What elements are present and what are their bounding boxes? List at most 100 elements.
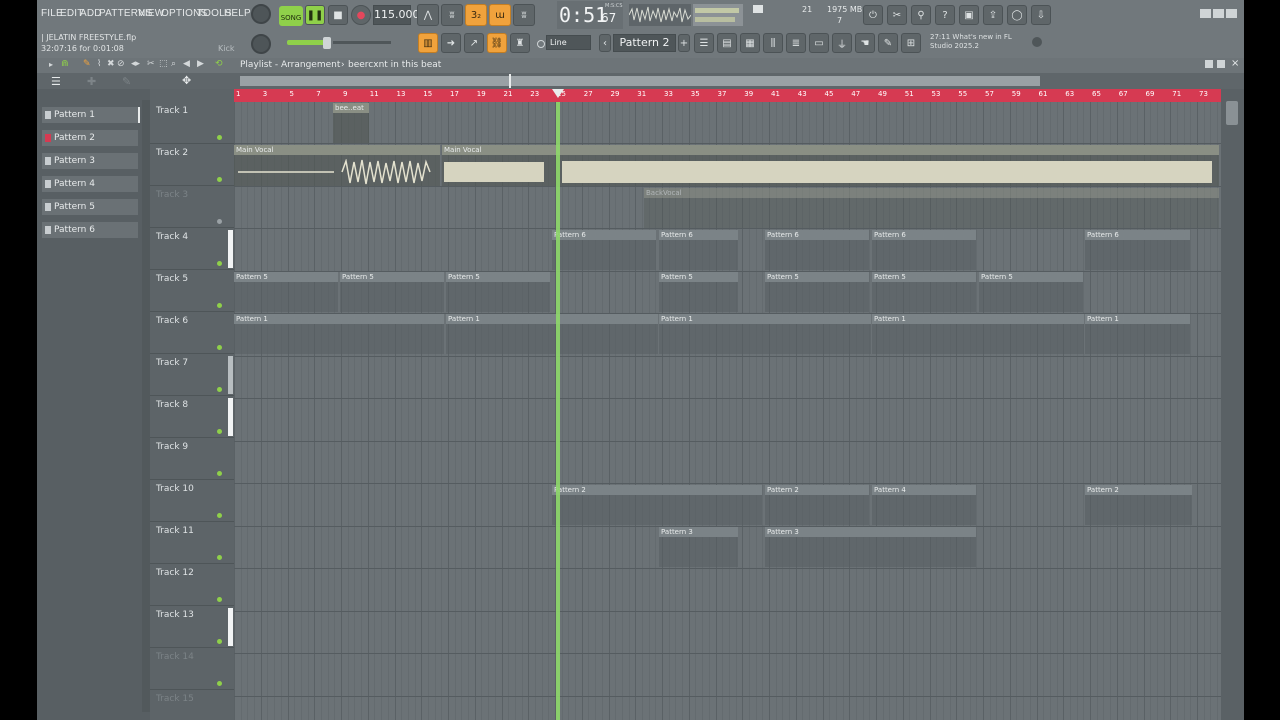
add-track-icon[interactable]: ✚ [87,75,96,88]
pattern-clip[interactable]: Pattern 6 [552,230,656,270]
track-header[interactable]: Track 8 [150,396,234,438]
track-header[interactable]: Track 14 [150,648,234,690]
track-led[interactable] [217,261,222,266]
pattern-clip[interactable]: Pattern 3 [765,527,976,567]
track-lane[interactable] [234,612,1221,654]
pattern-clip[interactable]: Pattern 6 [1085,230,1190,270]
select-icon[interactable]: ⬚ [159,59,168,69]
loop-record-button[interactable]: ʬ [513,4,535,26]
pattern-clip[interactable]: Pattern 5 [234,272,338,312]
track-header[interactable]: Track 10 [150,480,234,522]
timeline-ruler[interactable]: 1 3 5 7 9 11 13 15 17 19 21 23 25 27 29 31 33 35 37 39 41 43 4… [234,89,1221,102]
picker-menu-icon[interactable]: ☰ [51,75,61,88]
track-led[interactable] [217,135,222,140]
playhead[interactable] [556,102,560,720]
mixer-view-button[interactable]: ⫼ [763,33,783,53]
track-lane[interactable] [234,357,1221,399]
track-header[interactable]: Track 3 [150,186,234,228]
playhead-marker-icon[interactable] [552,89,564,98]
pattern-clip[interactable]: Pattern 2 [765,485,869,525]
browser-button[interactable]: ▭ [809,33,829,53]
chat-button[interactable]: ◯ [1007,5,1027,25]
snap-select[interactable]: Line [546,35,591,50]
brush-icon[interactable]: ⌇ [97,59,101,69]
track-led[interactable] [217,555,222,560]
track-led[interactable] [217,219,222,224]
pattern-clip[interactable]: Pattern 1 [446,314,658,354]
time-display[interactable]: 0:51 67 M:S:CS [557,1,623,29]
mic-button[interactable]: ⚲ [911,5,931,25]
news-panel[interactable]: 27:11 What's new in FL Studio 2025.2 [930,33,1030,51]
pattern-prev-button[interactable]: ‹ [599,34,611,52]
audio-clip[interactable]: bee..eat [333,103,369,143]
track-lane[interactable] [234,655,1221,697]
main-pitch-knob[interactable] [251,34,271,54]
metronome-button[interactable]: ⋀ [417,4,439,26]
track-header[interactable]: Track 5 [150,270,234,312]
track-header[interactable]: Track 13 [150,606,234,648]
track-led[interactable] [217,471,222,476]
pattern-clip[interactable]: Pattern 6 [765,230,869,270]
audio-edit-button[interactable]: ✎ [878,33,898,53]
pattern-item[interactable]: Pattern 1 [42,107,138,123]
slide-button[interactable]: ↗ [464,33,484,53]
pattern-clip[interactable]: Pattern 1 [659,314,871,354]
menu-help[interactable]: HELP [224,8,251,19]
oscilloscope[interactable] [629,4,691,26]
track-lane[interactable] [234,102,1221,144]
pattern-item[interactable]: Pattern 5 [42,199,138,215]
audio-clip[interactable]: Main Vocal [234,145,440,186]
track-header[interactable]: Track 1 [150,102,234,144]
delete-icon[interactable]: ✖ [107,59,115,69]
pencil-icon[interactable]: ✎ [83,59,91,69]
track-lane[interactable] [234,697,1221,720]
pattern-clip[interactable]: Pattern 5 [659,272,738,312]
pattern-clip[interactable]: Pattern 6 [659,230,738,270]
channel-button[interactable]: ≣ [786,33,806,53]
typing-keyboard-button[interactable]: ▥ [418,33,438,53]
pattern-clip[interactable]: Pattern 3 [659,527,738,567]
arrangement-grid[interactable]: 1 3 5 7 9 11 13 15 17 19 21 23 25 27 29 31 33 35 37 39 41 43 4… [234,89,1221,720]
audio-clip[interactable]: BackVocal [644,188,1219,228]
wait-input-button[interactable]: ʬ [441,4,463,26]
piano-roll-button[interactable]: ▤ [717,33,737,53]
horizontal-scrollbar[interactable] [240,76,1040,86]
arrangement-name[interactable]: beercxnt in this beat [348,60,441,70]
close-window-button[interactable] [1226,9,1237,18]
track-led[interactable] [217,681,222,686]
track-led[interactable] [217,303,222,308]
track-header[interactable]: Track 2 [150,144,234,186]
slice-icon[interactable]: ✂ [147,59,155,69]
plugin-button[interactable]: ⏚ [832,33,852,53]
master-volume-handle[interactable] [323,37,331,49]
help-button[interactable]: ? [935,5,955,25]
pattern-clip[interactable]: Pattern 5 [340,272,444,312]
blend-notes-button[interactable]: ɯ [489,4,511,26]
playlist-close-button[interactable]: × [1231,58,1239,69]
playlist-maximize-button[interactable] [1217,60,1225,68]
track-header[interactable]: Track 6 [150,312,234,354]
pattern-clip[interactable]: Pattern 5 [446,272,550,312]
track-header[interactable]: Track 15 [150,690,234,720]
track-lane[interactable] [234,442,1221,484]
pattern-clip[interactable]: Pattern 2 [1085,485,1192,525]
pattern-item[interactable]: Pattern 4 [42,176,138,192]
pattern-selector[interactable]: Pattern 2 [613,34,676,52]
magnet-icon[interactable]: ⋒ [61,59,69,69]
scrollbar-thumb[interactable] [1226,101,1238,125]
track-led[interactable] [217,639,222,644]
record-button[interactable]: ● [351,5,371,25]
minimize-window-button[interactable] [1200,9,1211,18]
pattern-clip[interactable]: Pattern 4 [872,485,976,525]
touch-button[interactable]: ☚ [855,33,875,53]
pattern-add-button[interactable]: + [678,34,690,52]
export-button[interactable]: ⇪ [983,5,1003,25]
hat-button[interactable]: ♜ [510,33,530,53]
tempo-display[interactable]: 115.000 [373,5,420,25]
playlist-vertical-scrollbar[interactable] [1221,89,1244,720]
main-volume-knob[interactable] [251,4,271,24]
pattern-clip[interactable]: Pattern 1 [872,314,1084,354]
track-led[interactable] [217,387,222,392]
playlist-minimize-button[interactable] [1205,60,1213,68]
track-header[interactable]: Track 4 [150,228,234,270]
